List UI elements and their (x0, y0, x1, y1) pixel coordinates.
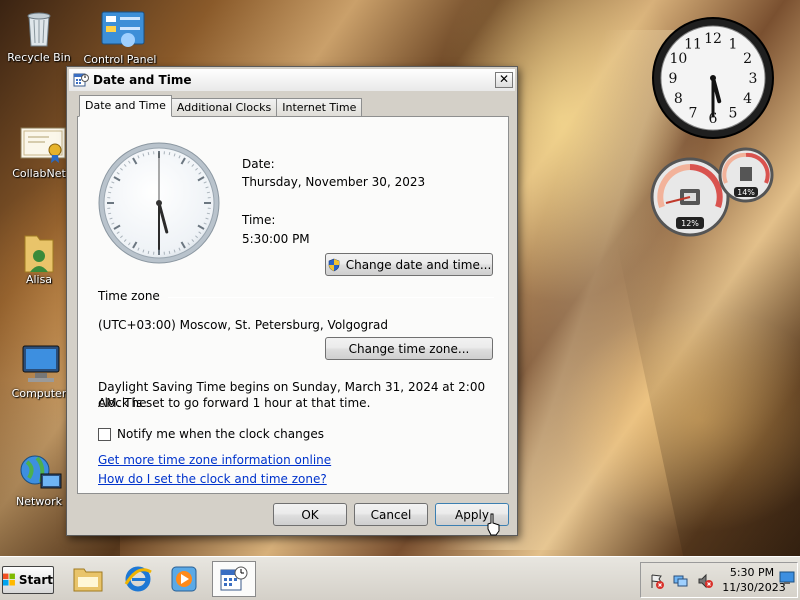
tray-clock-time[interactable]: 5:30 PM (723, 566, 781, 579)
recycle-bin-icon (19, 8, 59, 48)
ok-label: OK (301, 507, 319, 522)
analog-clock (95, 139, 223, 267)
internet-explorer-icon (124, 566, 152, 592)
start-label: Start (18, 573, 53, 587)
tab-panel-date-and-time: Date: Thursday, November 30, 2023 Time: … (77, 116, 509, 494)
desktop-icon-recycle-bin[interactable]: Recycle Bin (1, 8, 77, 64)
dialog-titlebar[interactable]: Date and Time ✕ (69, 69, 515, 91)
group-divider (168, 297, 494, 298)
media-player-icon (171, 566, 197, 592)
change-date-time-button[interactable]: Change date and time... (325, 253, 493, 276)
gadget-clock-numeral: 3 (749, 71, 758, 87)
cpu-meter-gadget[interactable]: 12% 14% (650, 145, 776, 237)
taskbar: Start 5:30 PM 11/30/2023 (0, 556, 800, 600)
calendar-clock-icon (73, 73, 89, 87)
gadget-clock-numeral: 2 (743, 51, 752, 67)
gadget-clock-numeral: 8 (674, 91, 683, 107)
wallpaper-shard (615, 240, 800, 556)
calendar-clock-icon (220, 566, 248, 591)
tab-date-and-time[interactable]: Date and Time (79, 95, 172, 117)
memory-percent-label: 14% (737, 188, 755, 197)
change-date-time-label: Change date and time... (345, 257, 492, 272)
desktop-icon-label: Control Panel (83, 53, 157, 66)
gadget-clock-numeral: 7 (689, 106, 698, 122)
user-folder-icon (19, 230, 59, 273)
notify-checkbox[interactable] (98, 427, 111, 441)
clock-tick (147, 152, 150, 156)
show-desktop-icon (779, 571, 795, 584)
action-center-flag-icon[interactable] (649, 573, 665, 589)
cpu-percent-label: 12% (681, 219, 699, 228)
clock-tick (168, 250, 171, 254)
taskbar-explorer[interactable] (66, 561, 110, 597)
tab-additional-clocks[interactable]: Additional Clocks (170, 98, 278, 117)
close-icon: ✕ (498, 72, 510, 86)
dialog-title: Date and Time (93, 73, 192, 87)
network-icon (19, 452, 62, 492)
gadget-clock-numeral: 4 (743, 91, 752, 107)
mouse-cursor-icon (487, 513, 500, 536)
gadget-clock-numeral: 11 (684, 36, 702, 52)
computer-icon (19, 344, 60, 384)
control-panel-icon (100, 10, 145, 50)
date-value: Thursday, November 30, 2023 (242, 175, 426, 189)
date-label: Date: (242, 157, 275, 171)
uac-shield-icon (328, 258, 340, 271)
gadget-clock-numeral: 9 (669, 71, 678, 87)
timezone-group-title: Time zone (98, 289, 166, 303)
dst-info-line2: clock is set to go forward 1 hour at tha… (98, 396, 371, 410)
desktop-icon-control-panel[interactable]: Control Panel (82, 10, 158, 66)
gadget-clock-numeral: 12 (704, 31, 722, 47)
time-value: 5:30:00 PM (242, 232, 310, 246)
network-status-icon[interactable] (673, 573, 689, 589)
taskbar-date-time-active[interactable] (212, 561, 256, 597)
show-desktop-button[interactable] (779, 571, 795, 585)
clock-tick (206, 191, 210, 194)
ok-button[interactable]: OK (273, 503, 347, 526)
windows-logo-icon (3, 573, 15, 586)
clock-tick (108, 191, 112, 194)
apply-label: Apply (455, 507, 489, 522)
cancel-label: Cancel (370, 507, 412, 522)
taskbar-media-player[interactable] (162, 561, 206, 597)
close-button[interactable]: ✕ (495, 72, 513, 88)
set-clock-help-link[interactable]: How do I set the clock and time zone? (98, 472, 327, 486)
clock-tick (206, 212, 210, 215)
system-tray: 5:30 PM 11/30/2023 (640, 562, 798, 598)
gadget-clock-numeral: 1 (729, 36, 738, 52)
cancel-button[interactable]: Cancel (354, 503, 428, 526)
notify-checkbox-row[interactable]: Notify me when the clock changes (98, 427, 324, 441)
change-timezone-label: Change time zone... (348, 341, 470, 356)
start-button[interactable]: Start (2, 566, 54, 594)
desktop-icon-label: Recycle Bin (7, 51, 71, 64)
taskbar-internet-explorer[interactable] (116, 561, 160, 597)
volume-muted-icon[interactable] (697, 573, 713, 589)
gadget-clock-numeral: 10 (669, 51, 687, 67)
date-time-dialog: Date and Time ✕ Date and Time Additional… (66, 66, 518, 536)
clock-tick (108, 212, 112, 215)
clock-tick (168, 152, 171, 156)
gadget-clock-center (710, 75, 716, 81)
folder-icon (73, 568, 103, 592)
time-label: Time: (242, 213, 276, 227)
timezone-value: (UTC+03:00) Moscow, St. Petersburg, Volg… (98, 318, 388, 332)
timezone-info-link[interactable]: Get more time zone information online (98, 453, 331, 467)
clock-tick (147, 250, 150, 254)
tab-strip: Date and Time Additional Clocks Internet… (79, 95, 363, 117)
clock-gadget[interactable]: 12 1 2 3 4 5 6 7 8 9 10 11 (650, 15, 776, 141)
change-timezone-button[interactable]: Change time zone... (325, 337, 493, 360)
tab-internet-time[interactable]: Internet Time (276, 98, 363, 117)
certificate-icon (19, 124, 66, 164)
gadget-clock-numeral: 5 (729, 106, 738, 122)
notify-label: Notify me when the clock changes (117, 427, 324, 441)
clock-center (156, 200, 162, 206)
